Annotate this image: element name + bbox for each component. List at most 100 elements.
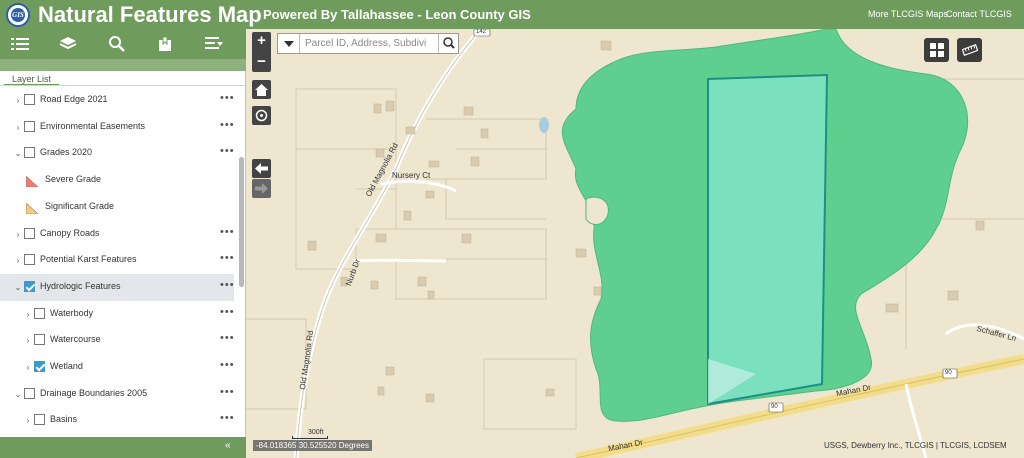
pond <box>539 117 549 133</box>
layer-visibility-checkbox[interactable] <box>24 94 35 105</box>
chevron-down-icon[interactable]: ⌄ <box>14 390 22 399</box>
app-window: GIS Natural Features Map Powered By Tall… <box>0 0 1024 458</box>
legend-swatch <box>25 174 39 188</box>
previous-extent-button[interactable] <box>252 159 271 178</box>
layer-label: Basins <box>50 414 78 425</box>
layer-list-button[interactable] <box>9 34 31 54</box>
panel-footer: « <box>0 437 246 458</box>
layer-label: Grades 2020 <box>40 147 93 158</box>
logo-text: GIS <box>11 8 25 22</box>
search-widget <box>277 33 459 54</box>
coordinate-text: -84.018365 30.525520 Degrees <box>256 441 369 450</box>
layer-options-button[interactable]: ••• <box>220 386 235 398</box>
layer-options-button[interactable]: ••• <box>220 119 235 131</box>
chevron-right-icon[interactable]: › <box>14 96 22 105</box>
layer-row[interactable]: › Environmental Easements ••• <box>0 114 234 141</box>
basemap-button[interactable] <box>57 34 79 54</box>
layer-row[interactable]: ⌄ Grades 2020 ••• <box>0 140 234 167</box>
old-magnolia-road <box>293 29 483 458</box>
layer-visibility-checkbox[interactable] <box>34 307 45 319</box>
layer-list: › Road Edge 2021 ••• › Environmental Easemen… <box>0 87 236 437</box>
panel-tab-layer-list[interactable]: Layer List <box>4 72 60 86</box>
search-icon <box>443 37 455 49</box>
layer-label: Road Edge 2021 <box>40 94 108 104</box>
app-subtitle: Powered By Tallahassee - Leon County GIS <box>263 7 531 22</box>
county-gis-logo: GIS <box>6 3 30 27</box>
search-icon <box>109 36 125 52</box>
contact-link[interactable]: Contact TLCGIS <box>946 9 1012 19</box>
layer-label: Canopy Roads <box>40 227 100 238</box>
home-icon <box>255 83 268 96</box>
ruler-icon <box>961 44 978 56</box>
layer-options-button[interactable]: ••• <box>220 145 235 157</box>
chevron-right-icon[interactable]: › <box>24 310 32 319</box>
wetland-island <box>585 196 609 225</box>
layer-label: Drainage Boundaries 2005 <box>40 387 148 398</box>
chevron-right-icon[interactable]: › <box>24 416 32 425</box>
arrow-right-icon <box>255 183 268 194</box>
locate-icon <box>255 109 268 122</box>
layer-label: Environmental Easements <box>40 120 146 131</box>
chevron-down-icon[interactable]: ⌄ <box>14 149 22 158</box>
more-maps-link[interactable]: More TLCGIS Maps <box>868 9 948 19</box>
panel-scrollbar[interactable] <box>239 157 244 287</box>
widget-toolbar <box>0 29 246 59</box>
search-source-dropdown[interactable] <box>278 34 300 53</box>
map-attribution: USGS, Dewberry Inc., TLCGIS | TLCGIS, LC… <box>824 441 1007 450</box>
layer-visibility-checkbox[interactable] <box>24 254 35 266</box>
layer-visibility-checkbox[interactable] <box>34 334 45 346</box>
next-extent-button[interactable] <box>252 179 271 198</box>
panel-divider <box>0 85 245 86</box>
search-input[interactable] <box>305 35 437 52</box>
layer-row[interactable]: ⌄ Hydrologic Features ••• <box>0 273 235 301</box>
chevron-right-icon[interactable]: › <box>14 230 22 239</box>
layer-options-button[interactable]: ••• <box>220 412 235 424</box>
measure-button[interactable] <box>957 38 982 62</box>
coordinate-readout[interactable]: -84.018365 30.525520 Degrees <box>253 440 372 451</box>
shield-label: 90 <box>945 370 952 376</box>
chevron-right-icon[interactable]: › <box>14 256 22 265</box>
layer-row[interactable]: › Wetland ••• <box>0 354 234 381</box>
chevron-right-icon[interactable]: › <box>24 336 32 345</box>
map-view[interactable]: 142 90 90 Old Magnolia Rd Old Magnolia R… <box>246 29 1024 458</box>
layer-visibility-checkbox[interactable] <box>34 414 45 426</box>
collapse-panel-button[interactable]: « <box>225 440 231 451</box>
layer-options-button[interactable]: ••• <box>220 279 235 291</box>
chevron-down-icon[interactable]: ⌄ <box>14 283 22 292</box>
layer-visibility-checkbox[interactable] <box>24 147 35 159</box>
layer-options-button[interactable]: ••• <box>220 92 235 104</box>
grid-icon <box>929 43 944 57</box>
layer-row[interactable]: › Potential Karst Features ••• <box>0 247 234 274</box>
toolbar-divider <box>0 59 246 71</box>
layer-options-button[interactable]: ••• <box>220 252 235 264</box>
basemap-gallery-button[interactable] <box>924 38 949 62</box>
home-button[interactable] <box>252 80 271 99</box>
layer-options-button[interactable]: ••• <box>220 306 235 318</box>
layer-row[interactable]: › Waterbody ••• <box>0 301 234 328</box>
layer-visibility-checkbox[interactable] <box>24 387 35 399</box>
layer-visibility-checkbox[interactable] <box>24 227 35 239</box>
search-submit-button[interactable] <box>438 34 459 53</box>
layer-row[interactable]: ⌄ Drainage Boundaries 2005 ••• <box>0 381 234 408</box>
layer-row[interactable]: › Canopy Roads ••• <box>0 221 234 248</box>
chevron-right-icon[interactable]: › <box>14 123 22 132</box>
bookmark-button[interactable] <box>154 34 176 54</box>
layer-visibility-checkbox[interactable] <box>24 280 35 292</box>
layer-label: Potential Karst Features <box>40 254 137 265</box>
layer-options-button[interactable]: ••• <box>220 332 235 344</box>
zoom-in-button[interactable]: + <box>252 32 271 51</box>
selected-parcel[interactable] <box>707 73 829 406</box>
layer-options-button[interactable]: ••• <box>220 359 235 371</box>
layer-visibility-checkbox[interactable] <box>34 361 45 372</box>
layer-row[interactable]: › Watercourse ••• <box>0 327 234 354</box>
layer-list-panel: Layer List › Road Edge 2021 ••• › Environmen… <box>0 71 246 437</box>
layer-row[interactable]: › Road Edge 2021 ••• <box>0 87 234 114</box>
zoom-out-button[interactable]: − <box>252 53 271 72</box>
layer-options-button[interactable]: ••• <box>220 226 235 238</box>
layer-visibility-checkbox[interactable] <box>24 120 35 132</box>
layer-row[interactable]: › Basins ••• <box>0 407 234 434</box>
locate-button[interactable] <box>252 106 271 125</box>
chevron-right-icon[interactable]: › <box>24 363 32 372</box>
search-tool-button[interactable] <box>106 34 128 54</box>
legend-button[interactable] <box>203 34 225 54</box>
